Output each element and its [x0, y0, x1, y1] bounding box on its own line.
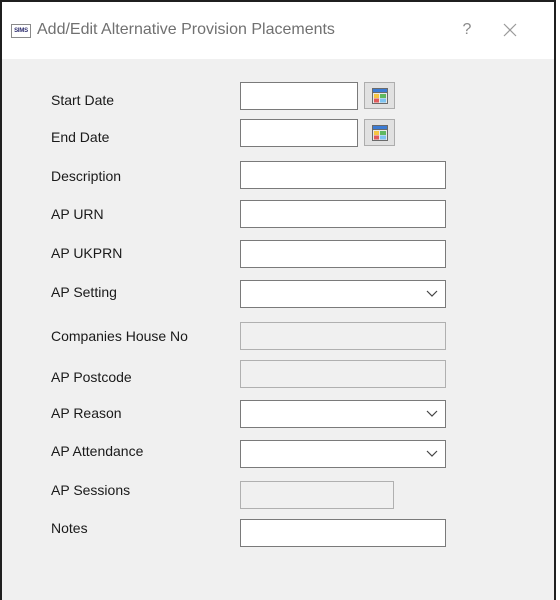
ap-reason-dropdown[interactable] — [240, 400, 446, 428]
ap-sessions-field — [240, 481, 394, 509]
help-button[interactable]: ? — [456, 18, 478, 42]
ap-setting-dropdown[interactable] — [240, 280, 446, 308]
chevron-down-icon — [426, 410, 438, 417]
companies-house-no-field — [240, 322, 446, 350]
description-label: Description — [51, 168, 122, 184]
close-icon — [503, 23, 517, 37]
ap-urn-field[interactable] — [240, 200, 446, 228]
chevron-down-icon — [426, 450, 438, 457]
help-icon: ? — [462, 21, 472, 38]
ap-postcode-field — [240, 360, 446, 388]
ap-postcode-label: AP Postcode — [51, 369, 132, 385]
ap-attendance-label: AP Attendance — [51, 443, 144, 459]
ap-ukprn-row: AP UKPRN — [2, 240, 554, 270]
ap-attendance-dropdown[interactable] — [240, 440, 446, 468]
end-date-field[interactable] — [240, 119, 358, 147]
ap-sessions-label: AP Sessions — [51, 482, 131, 498]
ap-setting-row: AP Setting — [2, 280, 554, 310]
notes-field[interactable] — [240, 519, 446, 547]
ap-setting-label: AP Setting — [51, 284, 117, 300]
start-date-calendar-button[interactable] — [364, 82, 395, 109]
sims-app-icon: SIMS — [11, 24, 31, 38]
ap-reason-row: AP Reason — [2, 400, 554, 430]
ap-urn-row: AP URN — [2, 200, 554, 230]
notes-row: Notes — [2, 519, 554, 549]
ap-reason-label: AP Reason — [51, 405, 122, 421]
dialog-title: Add/Edit Alternative Provision Placement… — [37, 21, 335, 38]
companies-house-no-row: Companies House No — [2, 322, 554, 352]
ap-postcode-row: AP Postcode — [2, 360, 554, 390]
start-date-label: Start Date — [51, 92, 115, 108]
end-date-calendar-button[interactable] — [364, 119, 395, 146]
ap-ukprn-label: AP UKPRN — [51, 245, 123, 261]
ap-ukprn-field[interactable] — [240, 240, 446, 268]
title-bar: SIMS Add/Edit Alternative Provision Plac… — [2, 2, 554, 59]
close-button[interactable] — [498, 18, 522, 42]
description-row: Description — [2, 161, 554, 191]
notes-label: Notes — [51, 520, 88, 536]
calendar-icon — [372, 125, 388, 141]
end-date-label: End Date — [51, 129, 110, 145]
ap-attendance-row: AP Attendance — [2, 440, 554, 470]
start-date-row: Start Date — [2, 82, 554, 112]
start-date-field[interactable] — [240, 82, 358, 110]
end-date-row: End Date — [2, 119, 554, 149]
calendar-icon — [372, 88, 388, 104]
description-field[interactable] — [240, 161, 446, 189]
companies-house-no-label: Companies House No — [51, 328, 188, 344]
ap-urn-label: AP URN — [51, 206, 104, 222]
chevron-down-icon — [426, 290, 438, 297]
ap-sessions-row: AP Sessions — [2, 481, 554, 511]
dialog-window: SIMS Add/Edit Alternative Provision Plac… — [0, 0, 556, 600]
